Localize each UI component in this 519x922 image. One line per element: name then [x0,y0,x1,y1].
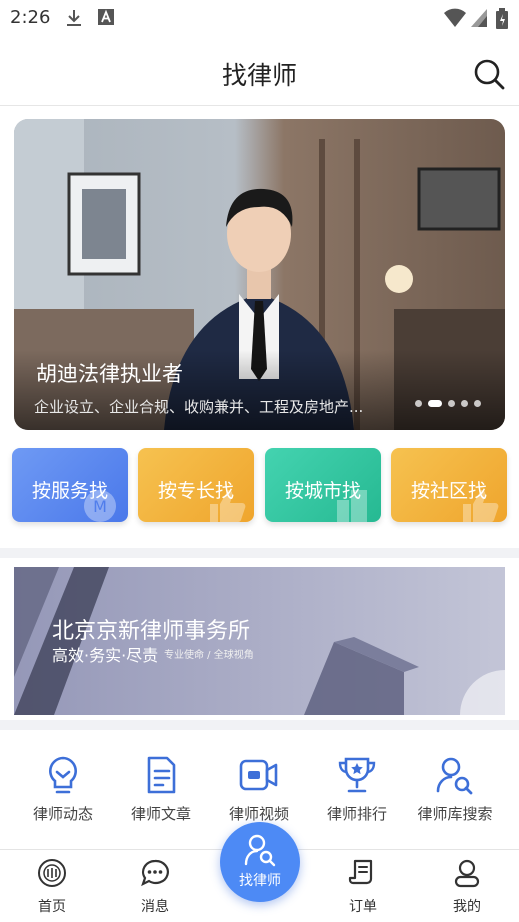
carousel-dot [474,400,481,407]
feature-lawyer-news[interactable]: 律师动态 [14,755,112,825]
app-header: 找律师 [0,36,519,106]
feature-label: 律师动态 [32,805,93,823]
nav-home[interactable]: 首页 [17,858,87,916]
status-time: 2:26 [10,7,51,28]
firm-slogan: 高效·务实·尽责 [52,646,159,665]
status-bar: 2:26 [0,0,519,36]
profile-icon [454,859,480,888]
carousel-dot [415,400,422,407]
feature-label: 律师库搜索 [417,805,493,823]
lawyer-banner[interactable]: 胡迪法律执业者 企业设立、企业合规、收购兼并、工程及房地产... [14,119,505,430]
home-emblem-icon [38,859,66,887]
wifi-icon [444,8,466,27]
document-icon [147,756,176,794]
lawyer-name: 胡迪法律执业者 [36,362,183,386]
battery-icon [496,8,508,29]
section-divider [0,720,519,730]
firm-subtitle: 专业使命 / 全球视角 [164,650,254,661]
feature-lawyer-articles[interactable]: 律师文章 [112,755,210,825]
carousel-dot-active [428,400,442,407]
find-by-city-button[interactable]: 按城市找 [265,448,381,522]
category-buttons: M 按服务找 按专长找 按城市找 按社区找 [12,448,508,522]
feature-label: 律师排行 [326,805,387,823]
find-lawyer-label: 找律师 [239,873,281,889]
trophy-icon [338,757,376,793]
download-icon [67,10,81,26]
nav-messages-label: 消息 [141,899,169,915]
law-firm-banner[interactable]: 北京京新律师事务所 高效·务实·尽责 专业使命 / 全球视角 [14,567,505,715]
find-by-city-label: 按城市找 [284,480,361,502]
nav-mine-label: 我的 [453,899,481,915]
find-by-community-button[interactable]: 按社区找 [391,448,507,522]
find-by-community-label: 按社区找 [410,480,487,502]
lightbulb-icon [49,756,77,794]
nav-mine[interactable]: 我的 [432,858,502,916]
find-by-specialty-button[interactable]: 按专长找 [138,448,254,522]
order-scroll-icon [348,859,373,885]
section-divider [0,548,519,558]
feature-lawyer-videos[interactable]: 律师视频 [210,755,308,825]
person-search-icon [436,757,473,795]
search-icon[interactable] [473,58,505,90]
find-by-service-label: 按服务找 [31,480,108,502]
nav-orders[interactable]: 订单 [328,858,398,916]
carousel-dot [448,400,455,407]
signal-icon [471,9,487,27]
firm-name: 北京京新律师事务所 [52,619,251,644]
chat-icon [141,859,169,887]
carousel-indicator [415,400,481,407]
nav-home-label: 首页 [38,899,66,915]
feature-lawyer-search[interactable]: 律师库搜索 [406,755,504,825]
feature-label: 律师视频 [228,805,289,823]
find-by-service-button[interactable]: M 按服务找 [12,448,128,522]
find-by-specialty-label: 按专长找 [157,480,234,502]
lawyer-description: 企业设立、企业合规、收购兼并、工程及房地产... [34,398,364,416]
carousel-dot [461,400,468,407]
video-icon [239,759,278,791]
feature-lawyer-ranking[interactable]: 律师排行 [308,755,406,825]
find-lawyer-fab[interactable]: 找律师 [220,822,300,902]
nav-messages[interactable]: 消息 [120,858,190,916]
font-icon [98,9,114,25]
lawyer-search-icon [244,834,276,867]
nav-orders-label: 订单 [349,899,377,915]
feature-label: 律师文章 [130,805,191,823]
page-title: 找律师 [221,61,297,90]
